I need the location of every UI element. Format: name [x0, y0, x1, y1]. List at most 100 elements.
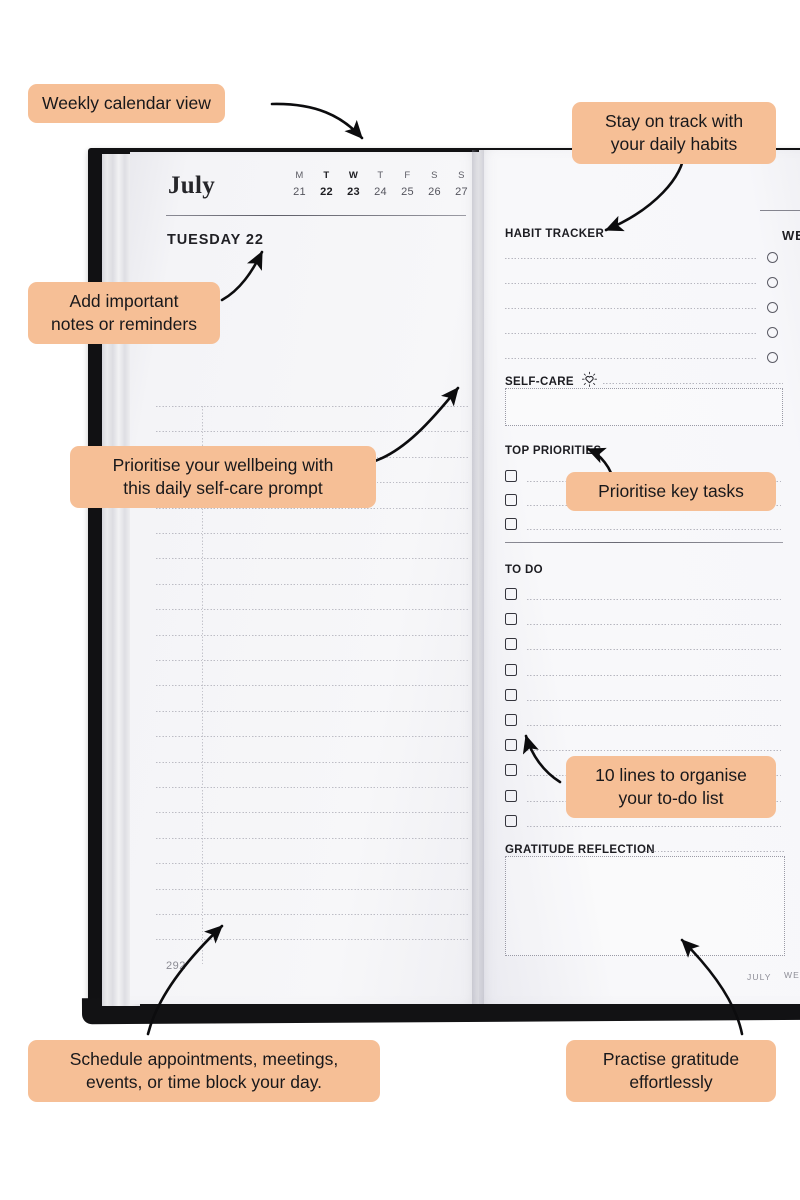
week-day-number: 25 [401, 186, 414, 198]
todo-line[interactable] [527, 624, 783, 626]
gratitude-heading: GRATITUDE REFLECTION [505, 844, 655, 856]
week-day-2[interactable]: W 23 [340, 170, 367, 198]
notes-line[interactable] [156, 837, 468, 839]
todo-checkbox[interactable] [505, 764, 517, 777]
notes-line[interactable] [156, 507, 468, 509]
week-day-6[interactable]: S 27 [448, 170, 475, 198]
habit-row-circle[interactable] [767, 352, 778, 363]
habit-row-circle[interactable] [767, 277, 778, 288]
week-day-initial: T [377, 170, 384, 181]
habit-row-line[interactable] [505, 283, 757, 284]
week-day-initial: M [295, 170, 304, 181]
notes-line[interactable] [156, 558, 468, 560]
annotation-gratitude: Practise gratitude effortlessly [566, 1040, 776, 1102]
gratitude-dotted-rule [645, 851, 785, 852]
notes-line[interactable] [156, 660, 468, 661]
day-heading: TUESDAY 22 [167, 232, 264, 248]
week-day-number: 26 [428, 186, 441, 198]
week-day-initial: F [404, 170, 411, 181]
week-day-3[interactable]: T 24 [367, 170, 394, 198]
priority-line[interactable] [527, 529, 783, 530]
todo-checkbox[interactable] [505, 638, 517, 651]
notes-line[interactable] [156, 761, 468, 763]
habit-row-circle[interactable] [767, 327, 778, 338]
habit-row-circle[interactable] [767, 302, 778, 313]
open-planner-book: July M 21 T 22 W 23 T 24 F 25 S 26 S 27 … [81, 148, 800, 1025]
notes-line[interactable] [156, 812, 468, 814]
page-number: 292 [166, 960, 186, 972]
annotation-daily-habits: Stay on track with your daily habits [572, 102, 776, 164]
notes-line[interactable] [156, 914, 468, 915]
week-day-number: 22 [320, 186, 333, 198]
habit-row-circle[interactable] [767, 252, 778, 263]
week-day-number: 27 [455, 186, 468, 198]
week-strip[interactable]: M 21 T 22 W 23 T 24 F 25 S 26 S 27 [286, 170, 475, 198]
week-day-initial: T [323, 170, 330, 181]
week-day-initial: W [348, 170, 359, 181]
far-page-header-divider [760, 210, 800, 211]
notes-line[interactable] [156, 787, 468, 788]
habit-row-line[interactable] [505, 333, 757, 334]
notes-line[interactable] [156, 710, 468, 712]
week-day-4[interactable]: F 25 [394, 170, 421, 198]
habit-row-line[interactable] [505, 258, 757, 259]
week-day-0[interactable]: M 21 [286, 170, 313, 198]
notes-line[interactable] [156, 406, 468, 407]
annotation-weekly-calendar: Weekly calendar view [28, 84, 225, 123]
week-day-1[interactable]: T 22 [313, 170, 340, 198]
annotation-important-notes: Add important notes or reminders [28, 282, 220, 344]
week-day-5[interactable]: S 26 [421, 170, 448, 198]
priority-checkbox[interactable] [505, 470, 517, 482]
annotation-self-care-prompt: Prioritise your wellbeing with this dail… [70, 446, 376, 508]
todo-line[interactable] [527, 649, 783, 651]
week-day-number: 23 [347, 186, 360, 198]
todo-checkbox[interactable] [505, 663, 517, 676]
todo-line[interactable] [527, 599, 783, 600]
todo-line[interactable] [527, 699, 783, 701]
notes-line[interactable] [156, 685, 468, 687]
priority-checkbox[interactable] [505, 494, 517, 506]
notes-line[interactable] [156, 583, 468, 585]
notes-line[interactable] [156, 533, 468, 534]
notes-line[interactable] [156, 939, 468, 941]
week-day-number: 24 [374, 186, 387, 198]
notes-line[interactable] [156, 634, 468, 636]
notes-line[interactable] [156, 736, 468, 738]
notes-line[interactable] [156, 609, 468, 611]
notes-line[interactable] [156, 863, 468, 865]
right-page: HABIT TRACKER SELF-CARE TOP PRIORITIES T… [479, 150, 800, 1004]
self-care-input-box[interactable] [505, 388, 783, 426]
annotation-key-tasks: Prioritise key tasks [566, 472, 776, 511]
todo-checkbox[interactable] [505, 789, 517, 802]
todo-checkbox[interactable] [505, 613, 517, 626]
planner-promo-screenshot: July M 21 T 22 W 23 T 24 F 25 S 26 S 27 … [0, 0, 800, 1200]
notes-line[interactable] [156, 888, 468, 890]
todo-line[interactable] [527, 750, 783, 752]
todo-checkbox[interactable] [505, 588, 517, 600]
top-priorities-heading: TOP PRIORITIES [505, 445, 602, 457]
annotation-schedule: Schedule appointments, meetings, events,… [28, 1040, 380, 1102]
to-do-heading: TO DO [505, 564, 543, 576]
todo-checkbox[interactable] [505, 688, 517, 701]
annotation-todo-lines: 10 lines to organise your to-do list [566, 756, 776, 818]
todo-checkbox[interactable] [505, 739, 517, 752]
todo-checkbox[interactable] [505, 714, 517, 726]
arrow-weekly-calendar [270, 102, 364, 140]
sun-heart-icon [581, 371, 598, 388]
week-day-initial: S [431, 170, 438, 181]
gratitude-input-box[interactable] [505, 856, 785, 956]
week-day-initial: S [458, 170, 465, 181]
habit-row-line[interactable] [505, 308, 757, 309]
header-divider [166, 215, 466, 216]
todo-line[interactable] [527, 725, 783, 726]
far-page-day-heading: WE [782, 228, 800, 243]
habit-tracker-heading: HABIT TRACKER [505, 228, 605, 240]
priority-checkbox[interactable] [505, 518, 517, 530]
notes-line[interactable] [156, 431, 468, 433]
todo-line[interactable] [527, 674, 783, 676]
todo-checkbox[interactable] [505, 814, 517, 827]
book-gutter [472, 150, 484, 1004]
month-title: July [168, 172, 216, 199]
todo-line[interactable] [527, 825, 783, 827]
habit-row-line[interactable] [505, 358, 757, 359]
